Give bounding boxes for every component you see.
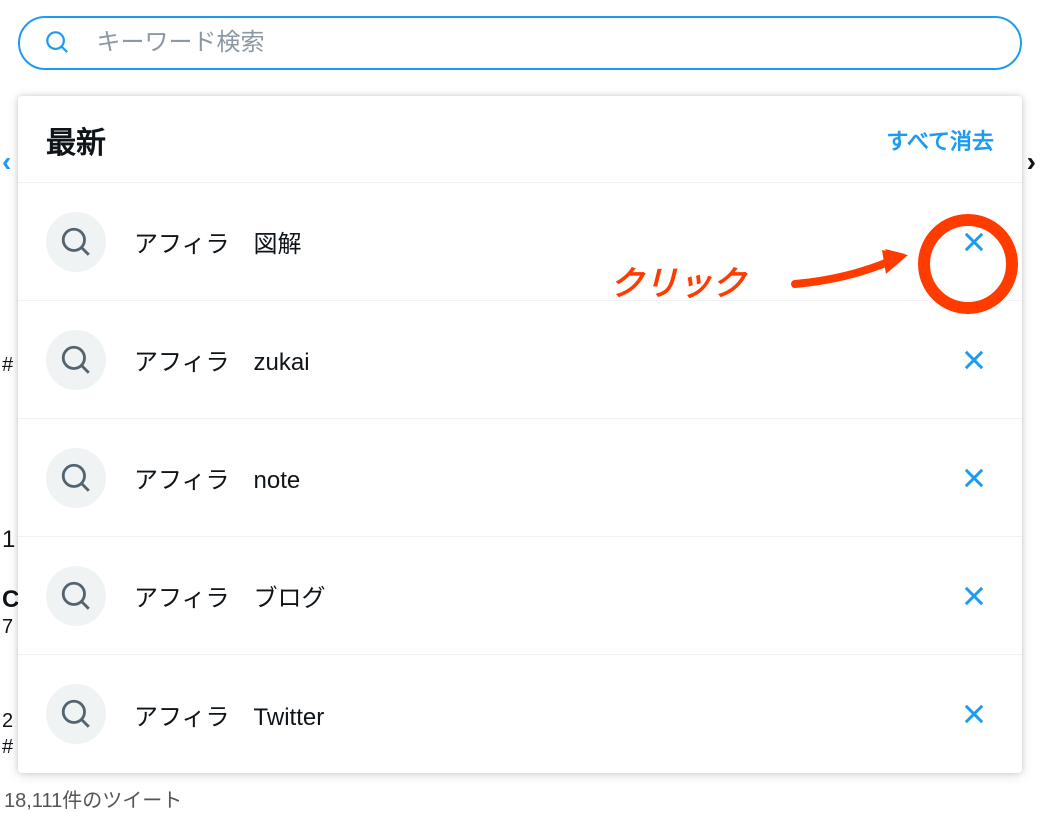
remove-history-button[interactable] bbox=[954, 694, 994, 734]
close-icon bbox=[960, 228, 988, 256]
search-badge-icon bbox=[46, 212, 106, 272]
history-item-label: アフィラ Twitter bbox=[134, 697, 954, 732]
history-item[interactable]: アフィラ 図解 bbox=[18, 183, 1022, 301]
edge-glyph-right: › bbox=[1027, 146, 1036, 178]
history-list: アフィラ 図解 アフィラ zukai アフィラ note bbox=[18, 182, 1022, 773]
close-icon bbox=[960, 464, 988, 492]
close-icon bbox=[960, 346, 988, 374]
history-item[interactable]: アフィラ ブログ bbox=[18, 537, 1022, 655]
history-item-label: アフィラ note bbox=[134, 460, 954, 495]
history-item[interactable]: アフィラ zukai bbox=[18, 301, 1022, 419]
search-icon bbox=[44, 29, 70, 57]
back-arrow-icon[interactable]: ‹ bbox=[2, 146, 11, 178]
bg-text-hash: # bbox=[2, 354, 13, 377]
search-badge-icon bbox=[46, 448, 106, 508]
history-item-label: アフィラ 図解 bbox=[134, 224, 954, 259]
dropdown-header: 最新 すべて消去 bbox=[18, 96, 1022, 182]
bg-text-c: C bbox=[2, 586, 19, 614]
remove-history-button[interactable] bbox=[954, 222, 994, 262]
history-item-label: アフィラ zukai bbox=[134, 342, 954, 377]
search-input[interactable] bbox=[96, 29, 996, 57]
clear-all-button[interactable]: すべて消去 bbox=[886, 124, 994, 156]
search-badge-icon bbox=[46, 684, 106, 744]
search-badge-icon bbox=[46, 566, 106, 626]
remove-history-button[interactable] bbox=[954, 340, 994, 380]
bg-text-hash2: # bbox=[2, 736, 13, 759]
history-item[interactable]: アフィラ note bbox=[18, 419, 1022, 537]
search-dropdown: 最新 すべて消去 アフィラ 図解 アフィラ zukai アフィラ bbox=[18, 96, 1022, 773]
bg-text-bottom: 18,111件のツイート bbox=[4, 784, 182, 813]
bg-text-7: 7 bbox=[2, 616, 13, 639]
search-bar[interactable] bbox=[18, 16, 1022, 70]
history-item[interactable]: アフィラ Twitter bbox=[18, 655, 1022, 773]
history-item-label: アフィラ ブログ bbox=[134, 578, 954, 613]
remove-history-button[interactable] bbox=[954, 458, 994, 498]
close-icon bbox=[960, 582, 988, 610]
bg-text-1: 1 bbox=[2, 526, 15, 554]
close-icon bbox=[960, 700, 988, 728]
recent-title: 最新 bbox=[46, 118, 106, 162]
bg-text-2: 2 bbox=[2, 710, 13, 733]
remove-history-button[interactable] bbox=[954, 576, 994, 616]
search-badge-icon bbox=[46, 330, 106, 390]
